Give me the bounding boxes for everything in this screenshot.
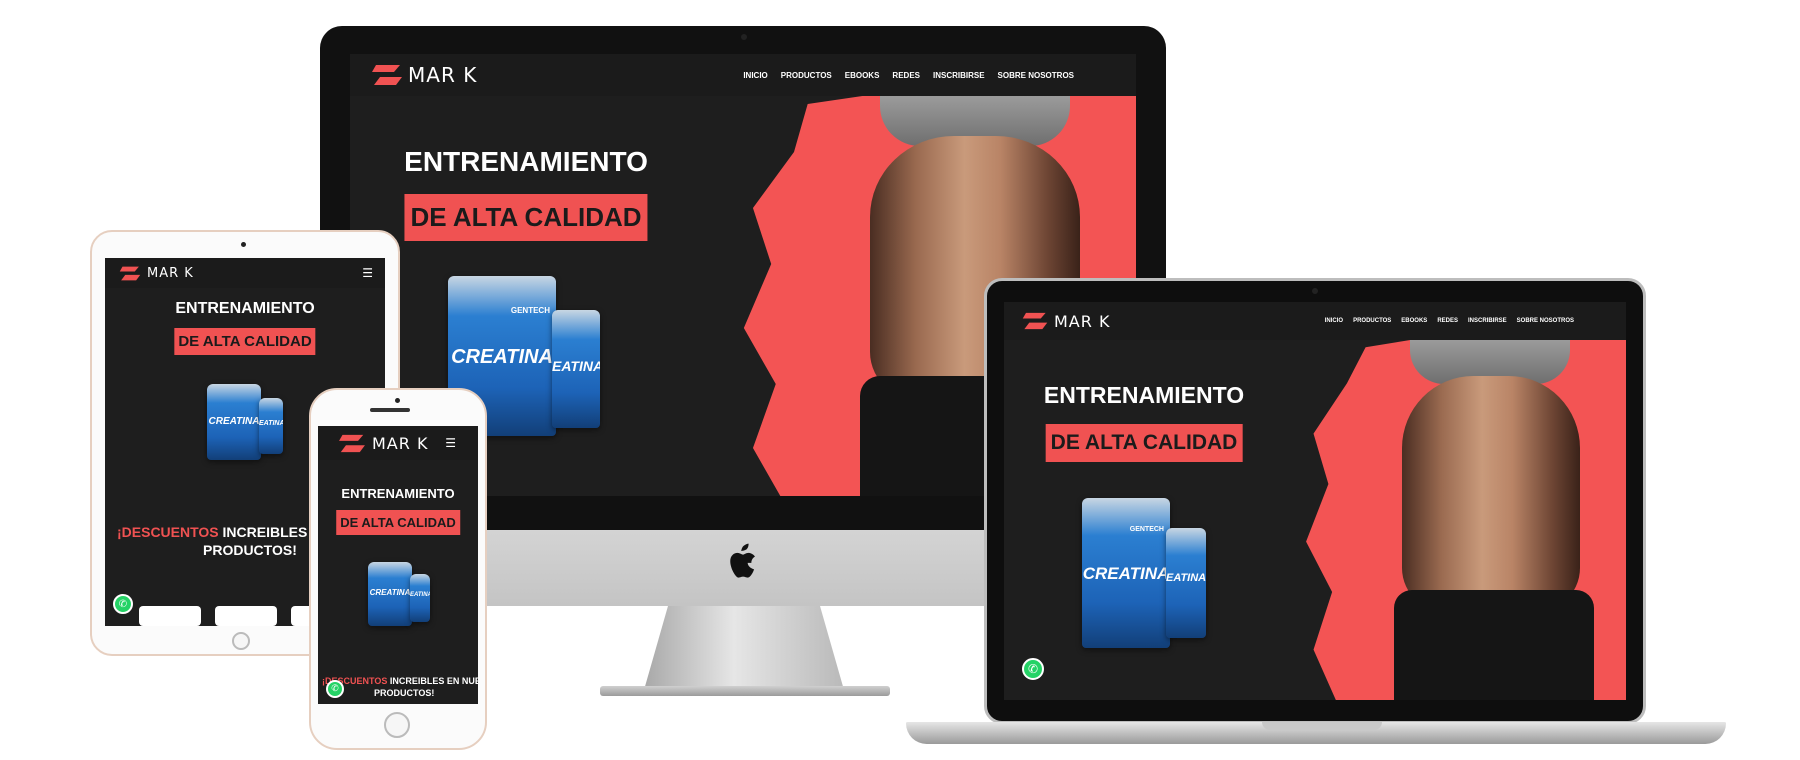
logo-text: MAR K	[372, 433, 429, 453]
logo-text: MAR K	[408, 63, 478, 87]
logo[interactable]: MAR K	[119, 266, 194, 281]
imac-stand	[644, 606, 844, 690]
nav-inicio[interactable]: INICIO	[1325, 318, 1343, 324]
navbar: MAR K INICIO PRODUCTOS EBOOKS REDES INSC…	[350, 54, 1136, 96]
lightning-logo-icon	[1022, 312, 1048, 330]
hero-subtitle: DE ALTA CALIDAD	[404, 194, 648, 241]
product-image: GENTECH CREATINA EATINA	[1082, 498, 1212, 654]
nav-inicio[interactable]: INICIO	[743, 71, 767, 80]
nav-ebooks[interactable]: EBOOKS	[845, 71, 880, 80]
nav-redes[interactable]: REDES	[892, 71, 920, 80]
nav-ebooks[interactable]: EBOOKS	[1401, 318, 1427, 324]
product-card[interactable]	[139, 606, 201, 626]
nav-menu: INICIO PRODUCTOS EBOOKS REDES INSCRIBIRS…	[1325, 318, 1574, 324]
imac-camera	[741, 34, 747, 40]
nav-sobre-nosotros[interactable]: SOBRE NOSOTROS	[998, 71, 1074, 80]
promo-text: ¡DESCUENTOS INCREIBLES EN NUESTROS	[322, 676, 478, 686]
responsive-mockup: MAR K INICIO PRODUCTOS EBOOKS REDES INSC…	[0, 0, 1800, 760]
laptop-screen: MAR K INICIO PRODUCTOS EBOOKS REDES INSC…	[1004, 302, 1626, 700]
promo-highlight: ¡DESCUENTOS	[117, 524, 219, 540]
navbar: MAR K ☰	[318, 426, 478, 460]
logo-text: MAR K	[147, 265, 194, 281]
nav-productos[interactable]: PRODUCTOS	[781, 71, 832, 80]
hero-subtitle: DE ALTA CALIDAD	[174, 328, 316, 355]
nav-inscribirse[interactable]: INSCRIBIRSE	[933, 71, 985, 80]
nav-inscribirse[interactable]: INSCRIBIRSE	[1468, 318, 1507, 324]
logo[interactable]: MAR K	[1022, 312, 1110, 331]
product-card[interactable]	[215, 606, 277, 626]
hamburger-icon[interactable]: ☰	[445, 436, 456, 450]
navbar: MAR K INICIO PRODUCTOS EBOOKS REDES INSC…	[1004, 302, 1626, 340]
whatsapp-icon[interactable]: ✆	[1022, 658, 1044, 680]
hero-title: ENTRENAMIENTO	[175, 300, 315, 317]
product-image: CREATINA EATINA	[207, 384, 287, 464]
hero-subtitle: DE ALTA CALIDAD	[1045, 424, 1243, 462]
promo-line-2: PRODUCTOS!	[374, 688, 435, 698]
lightning-logo-icon	[372, 65, 402, 85]
promo-line-2: PRODUCTOS!	[203, 542, 297, 558]
imac-foot	[600, 686, 890, 696]
logo[interactable]: MAR K	[372, 63, 477, 87]
nav-productos[interactable]: PRODUCTOS	[1353, 318, 1391, 324]
lightning-logo-icon	[119, 266, 141, 280]
laptop-camera	[1312, 288, 1318, 294]
navbar: MAR K ☰	[105, 258, 385, 288]
hero-title: ENTRENAMIENTO	[1043, 382, 1245, 408]
hamburger-icon[interactable]: ☰	[362, 266, 373, 280]
phone-camera	[395, 398, 400, 403]
logo-text: MAR K	[1054, 311, 1111, 331]
lightning-logo-icon	[339, 434, 365, 452]
tablet-camera	[241, 242, 246, 247]
tablet-home-button	[232, 632, 250, 650]
promo-rest: INCREIBLES EN NUESTROS	[389, 676, 478, 686]
logo[interactable]: MAR K	[338, 434, 428, 453]
apple-logo-icon	[730, 543, 755, 578]
nav-sobre-nosotros[interactable]: SOBRE NOSOTROS	[1517, 318, 1574, 324]
laptop-notch	[1262, 722, 1382, 730]
hero-subtitle: DE ALTA CALIDAD	[336, 510, 460, 535]
nav-menu: INICIO PRODUCTOS EBOOKS REDES INSCRIBIRS…	[743, 71, 1074, 80]
hero-title: ENTRENAMIENTO	[341, 486, 455, 501]
nav-redes[interactable]: REDES	[1437, 318, 1458, 324]
whatsapp-icon[interactable]: ✆	[113, 594, 133, 614]
phone-screen: MAR K ☰ ENTRENAMIENTO DE ALTA CALIDAD CR…	[318, 426, 478, 704]
hero-title: ENTRENAMIENTO	[404, 146, 648, 177]
phone-home-button	[384, 712, 410, 738]
hero-image	[1360, 340, 1626, 700]
whatsapp-icon[interactable]: ✆	[326, 680, 344, 698]
product-image: CREATINA EATINA	[368, 562, 438, 632]
phone-speaker	[370, 408, 410, 412]
